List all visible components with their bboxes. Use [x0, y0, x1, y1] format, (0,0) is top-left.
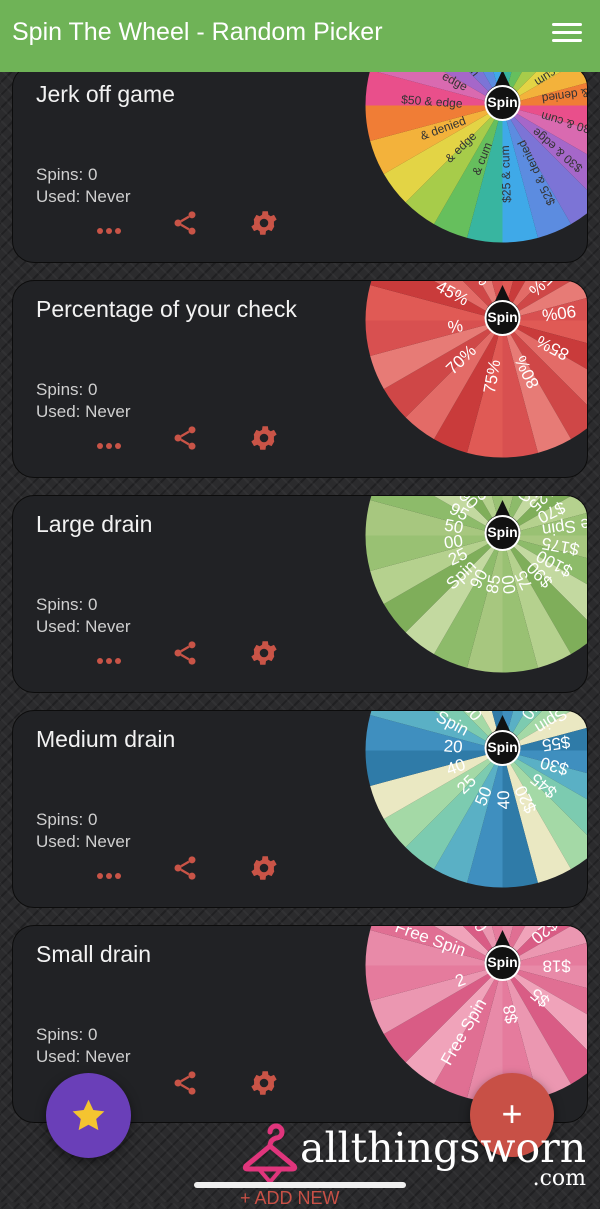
app-title: Spin The Wheel - Random Picker: [12, 18, 383, 46]
spin-button[interactable]: Spin: [480, 930, 525, 994]
wheel-preview[interactable]: $95$150$125$70Free Spin$175$100$90750085…: [365, 496, 587, 673]
share-icon[interactable]: [165, 851, 205, 887]
last-used: Used: Never: [36, 187, 131, 206]
spins-count: Spins: 0: [36, 165, 98, 184]
spin-label: Spin: [487, 739, 518, 755]
wheel-preview[interactable]: 10$20$18$5$8Free Spin2Free Spin00 Spin: [365, 926, 587, 1103]
wheel-segment-label: 20: [443, 736, 463, 756]
last-used: Used: Never: [36, 1047, 131, 1066]
wheel-graphic: 10$20$18$5$8Free Spin2Free Spin00: [365, 926, 587, 1103]
gear-icon[interactable]: [244, 421, 284, 457]
more-dots-icon[interactable]: [91, 206, 131, 242]
wheel-title: Small drain: [36, 941, 152, 967]
wheel-graphic: $95$150$125$70Free Spin$175$100$90750085…: [365, 496, 587, 673]
wheel-segment-label: %: [447, 316, 465, 337]
spin-button[interactable]: Spin: [480, 500, 525, 564]
spin-label: Spin: [487, 309, 518, 325]
share-icon[interactable]: [165, 1066, 205, 1102]
share-icon[interactable]: [165, 636, 205, 672]
spins-count: Spins: 0: [36, 595, 98, 614]
spins-count: Spins: 0: [36, 810, 98, 829]
wheel-segment-label: $55: [541, 732, 572, 755]
app-bar: Spin The Wheel - Random Picker: [0, 0, 600, 72]
wheel-card[interactable]: Jerk off game Spins: 0 Used: Never $35 &…: [12, 65, 588, 263]
share-icon[interactable]: [165, 421, 205, 457]
wheel-preview[interactable]: 100%95%90%85%80%75%70%%45%% Spin: [365, 281, 587, 458]
more-dots-icon[interactable]: [91, 636, 131, 672]
spin-label: Spin: [487, 94, 518, 110]
wheel-card[interactable]: Medium drain Spins: 0 Used: Never 35$50F…: [12, 710, 588, 908]
spins-count: Spins: 0: [36, 380, 98, 399]
wheel-title: Percentage of your check: [36, 296, 297, 322]
spin-button[interactable]: Spin: [480, 70, 525, 134]
wheel-segment-label: 40: [494, 790, 514, 810]
gear-icon[interactable]: [244, 206, 284, 242]
wheel-card[interactable]: Large drain Spins: 0 Used: Never $95$150…: [12, 495, 588, 693]
watermark-suffix: .com: [532, 1166, 586, 1191]
wheel-graphic: 100%95%90%85%80%75%70%%45%%: [365, 281, 587, 458]
home-indicator[interactable]: [194, 1182, 406, 1188]
wheel-graphic: 35$50Free Spin$55$30$45$204050254020Spin…: [365, 711, 587, 888]
spin-label: Spin: [487, 524, 518, 540]
wheel-preview[interactable]: 35$50Free Spin$55$30$45$204050254020Spin…: [365, 711, 587, 888]
share-icon[interactable]: [165, 206, 205, 242]
spin-button[interactable]: Spin: [480, 715, 525, 779]
watermark-name: allthingsworn: [300, 1124, 587, 1172]
gear-icon[interactable]: [244, 636, 284, 672]
wheel-segment-label: $8: [500, 1003, 522, 1025]
more-dots-icon[interactable]: [91, 851, 131, 887]
spin-label: Spin: [487, 954, 518, 970]
more-dots-icon[interactable]: [91, 421, 131, 457]
gear-icon[interactable]: [244, 851, 284, 887]
hanger-icon: [242, 1123, 298, 1186]
wheel-title: Large drain: [36, 511, 153, 537]
wheel-segment-label: $25 & cum: [498, 145, 514, 203]
wheel-card[interactable]: Percentage of your check Spins: 0 Used: …: [12, 280, 588, 478]
spin-button[interactable]: Spin: [480, 285, 525, 349]
spins-count: Spins: 0: [36, 1025, 98, 1044]
star-icon: [72, 1099, 105, 1131]
wheel-title: Jerk off game: [36, 81, 175, 107]
wheel-segment-label: $18: [543, 957, 571, 976]
gear-icon[interactable]: [244, 1066, 284, 1102]
wheel-graphic: $35 & denied$35 & edge$35 & cum$30 & den…: [365, 66, 587, 243]
last-used: Used: Never: [36, 617, 131, 636]
hamburger-menu-icon[interactable]: [552, 23, 582, 47]
wheel-title: Medium drain: [36, 726, 176, 752]
wheel-preview[interactable]: $35 & denied$35 & edge$35 & cum$30 & den…: [365, 66, 587, 243]
last-used: Used: Never: [36, 402, 131, 421]
favorites-fab[interactable]: [46, 1073, 131, 1158]
last-used: Used: Never: [36, 832, 131, 851]
